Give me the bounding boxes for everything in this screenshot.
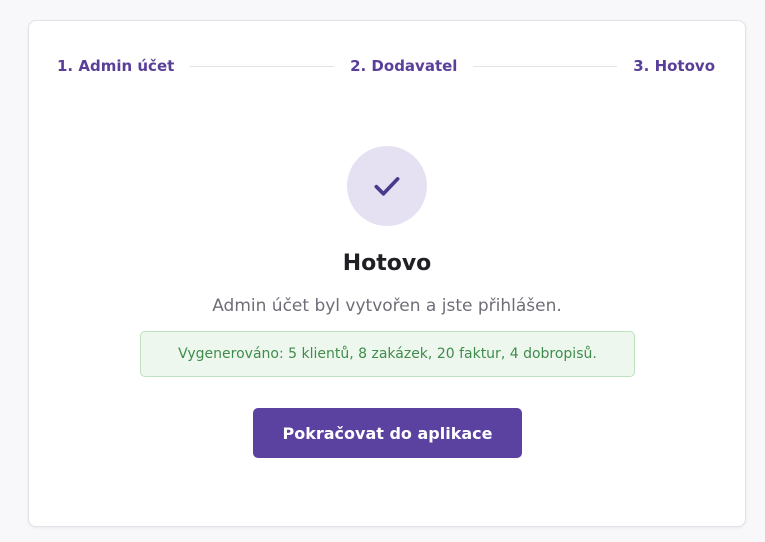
- generated-data-text: Vygenerováno: 5 klientů, 8 zakázek, 20 f…: [178, 346, 597, 362]
- step-admin-account: 1. Admin účet: [57, 57, 175, 75]
- check-icon: [374, 177, 400, 196]
- generated-data-notice: Vygenerováno: 5 klientů, 8 zakázek, 20 f…: [140, 331, 635, 377]
- success-badge: [347, 146, 427, 226]
- step-supplier: 2. Dodavatel: [350, 57, 458, 75]
- step-done: 3. Hotovo: [633, 57, 715, 75]
- continue-to-app-button[interactable]: Pokračovat do aplikace: [253, 408, 522, 458]
- page-subtitle: Admin účet byl vytvořen a jste přihlášen…: [212, 296, 562, 316]
- step-connector: [473, 65, 618, 67]
- page-title: Hotovo: [342, 251, 432, 276]
- step-connector: [190, 65, 335, 67]
- stepper: 1. Admin účet 2. Dodavatel 3. Hotovo: [57, 55, 715, 77]
- setup-card: 1. Admin účet 2. Dodavatel 3. Hotovo Hot…: [28, 20, 746, 527]
